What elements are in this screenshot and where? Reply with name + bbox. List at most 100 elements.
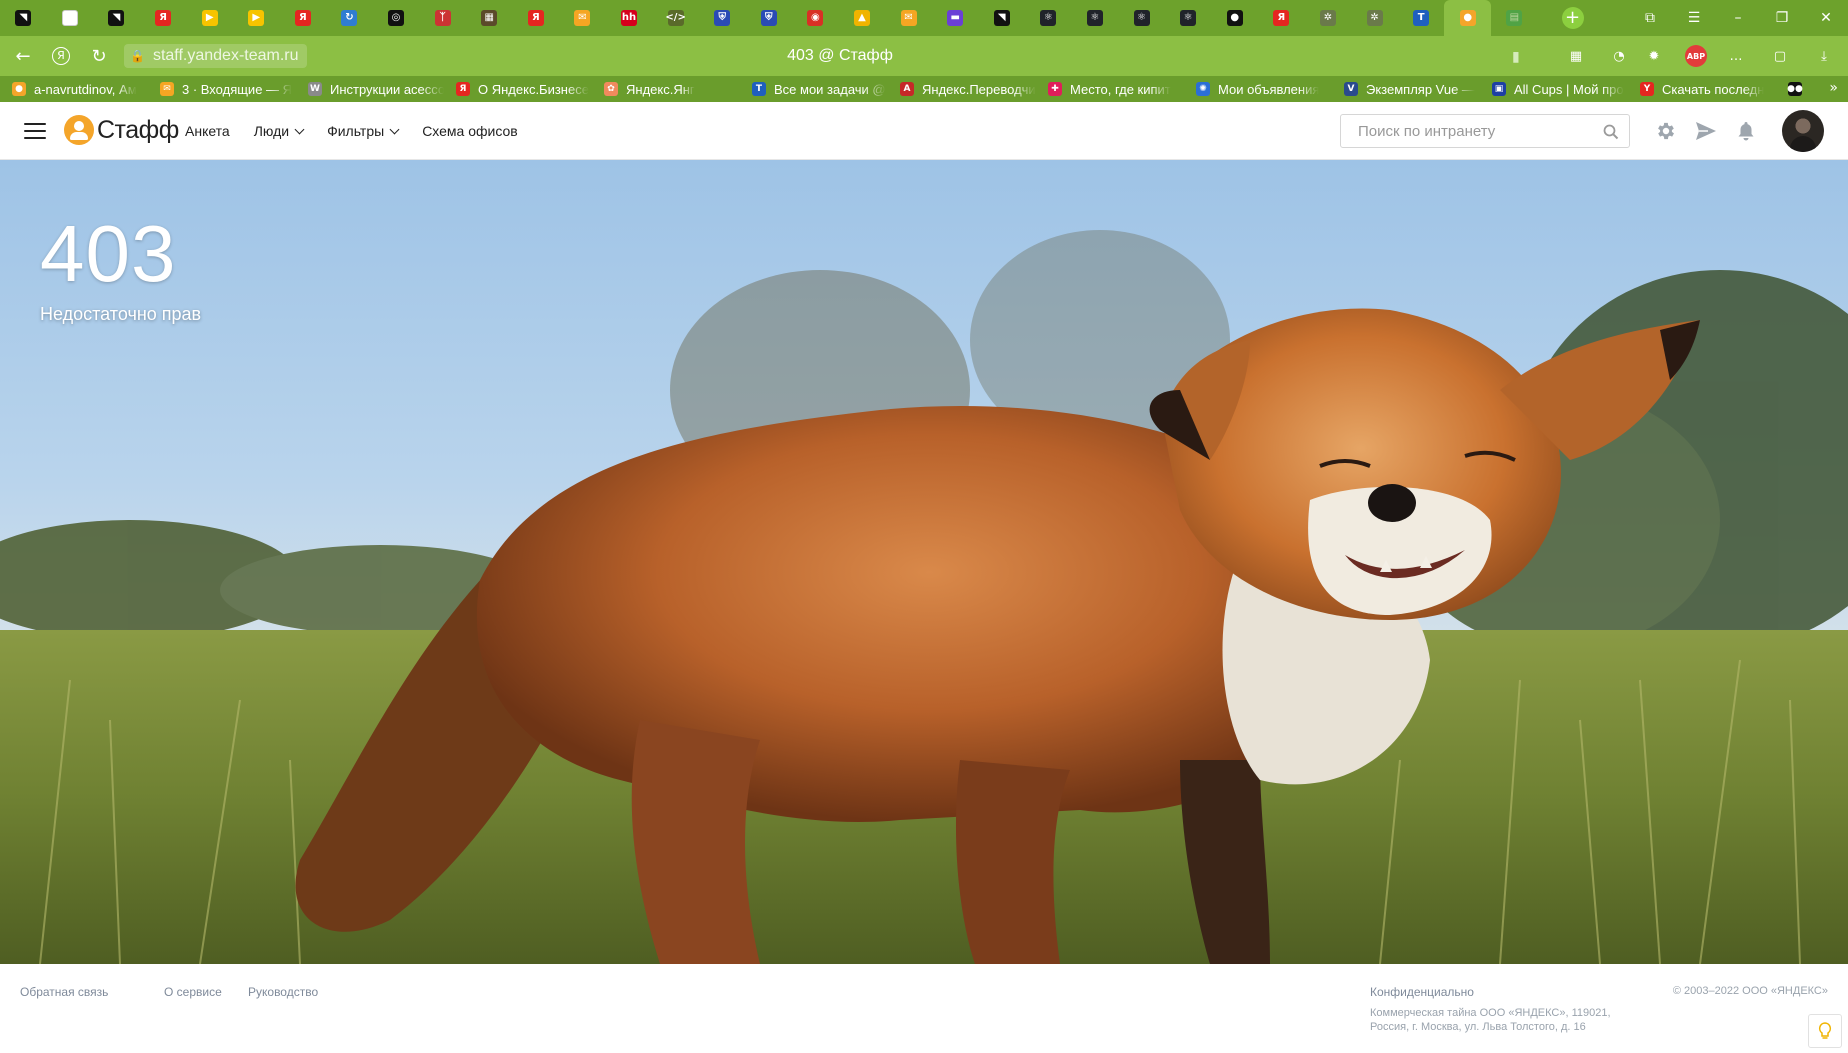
browser-tab[interactable]: Я [140,0,187,36]
bookmark-item[interactable]: ✿ Яндекс.Янг [592,76,740,102]
bookmark-item[interactable]: ✚ Место, где кипит [1036,76,1184,102]
tab-list: ◥ ◥ Я ▶ ▶ Я ↻ ◎ ᛉ ▦ Я ✉ hh </> ⛨ ⛨ ◉ ▲ ✉ ▬ ◥ ⚛ ⚛ ⚛ ⚛ ● Я ✲ ✲ T ● ▤ [0,0,1538,36]
bookmark-item[interactable]: ● a-navrutdinov, Ам [0,76,148,102]
restore-button[interactable]: ❐ [1760,10,1804,26]
bug-extension-icon[interactable]: ✹ [1642,44,1666,68]
browser-tab[interactable]: ◥ [93,0,140,36]
browser-tab[interactable]: ⛨ [746,0,793,36]
window-controls: ⧉ ☰ – ❐ ✕ [1628,0,1848,36]
bookmark-label: Скачать последн [1662,81,1765,97]
browser-tab[interactable]: Я [1258,0,1305,36]
bookmark-item[interactable]: T Все мои задачи @ [740,76,888,102]
bookmark-favicon-icon: ▣ [1492,82,1506,96]
lightbulb-icon[interactable] [1808,1014,1842,1048]
bookmark-label: 3 · Входящие — Я [182,81,293,97]
search-icon[interactable] [1603,124,1619,140]
bookmark-item[interactable]: Y Скачать последн [1628,76,1776,102]
qr-code-icon[interactable]: ▦ [1564,44,1588,68]
minimize-button[interactable]: – [1716,10,1760,26]
browser-tab[interactable]: ⚛ [1118,0,1165,36]
staff-icon: ● [1459,10,1476,26]
tabs-overview-icon[interactable]: ⧉ [1628,10,1672,26]
browser-tab[interactable] [47,0,94,36]
browser-tab[interactable]: ▦ [466,0,513,36]
browser-tab[interactable]: hh [606,0,653,36]
browser-tab[interactable]: ᛉ [419,0,466,36]
bookmark-item[interactable]: A Яндекс.Переводчик [888,76,1036,102]
browser-tab[interactable]: ▲ [839,0,886,36]
browser-tab[interactable]: ✲ [1305,0,1352,36]
nav-item[interactable]: Схема офисов [422,123,518,139]
bookmark-item[interactable]: ✺ Мои объявления [1184,76,1332,102]
browser-tab[interactable]: ✉ [559,0,606,36]
close-window-button[interactable]: ✕ [1804,10,1848,26]
browser-tab[interactable]: ◎ [373,0,420,36]
browser-tab[interactable]: T [1398,0,1445,36]
browser-tab[interactable]: ✲ [1351,0,1398,36]
staff-logo[interactable]: Стафф [64,115,179,145]
bell-icon[interactable] [1734,119,1758,143]
shield-icon: ⛨ [714,10,731,26]
gear-icon[interactable] [1654,119,1678,143]
user-avatar[interactable] [1782,110,1824,152]
browser-tab[interactable]: ⚛ [1165,0,1212,36]
browser-tab[interactable]: Я [513,0,560,36]
nav-item[interactable]: Фильтры [327,123,400,139]
browser-tab[interactable]: ↻ [326,0,373,36]
guide-link[interactable]: Руководство [248,985,318,999]
messenger-icon: ▬ [947,10,964,26]
logo-text: Стафф [97,115,179,144]
tracker-icon: T [1413,10,1430,26]
menu-icon[interactable]: ☰ [1672,10,1716,26]
browser-tab[interactable]: ⚛ [1025,0,1072,36]
bookmark-item[interactable]: ✉ 3 · Входящие — Я [148,76,296,102]
bookmark-item[interactable]: ●● [1776,76,1816,102]
yandex-icon: Я [155,10,172,26]
error-message: Недостаточно прав [40,304,202,324]
new-tab-button[interactable]: + [1561,7,1584,29]
image-icon: ▲ [853,10,870,26]
main-nav: Анкета Люди Фильтры Схема офисов [185,102,542,160]
nav-item[interactable]: Анкета [185,123,230,139]
bookmark-page-icon[interactable]: ▮ [1512,48,1520,65]
site-footer: Обратная связь О сервисе Руководство Кон… [0,964,1848,1053]
send-icon[interactable] [1694,119,1718,143]
nav-item[interactable]: Люди [254,123,305,139]
browser-tab[interactable]: ◥ [0,0,47,36]
bookmarks-overflow-icon[interactable]: » [1829,80,1838,96]
hamburger-menu-icon[interactable] [24,123,46,139]
downloads-icon[interactable]: ⤓ [1812,44,1836,68]
browser-tab[interactable]: </> [652,0,699,36]
bookmark-item[interactable]: Я О Яндекс.Бизнесе [444,76,592,102]
browser-tab[interactable]: ▶ [186,0,233,36]
adblock-icon[interactable]: ABP [1685,45,1707,67]
copyright: © 2003–2022 ООО «ЯНДЕКС» [1672,985,1828,997]
bookmark-favicon-icon: ●● [1787,82,1803,96]
about-link[interactable]: О сервисе [164,985,222,999]
browser-tab[interactable]: ● [1444,0,1491,36]
nav-item-label: Фильтры [327,123,385,139]
browser-tab[interactable]: ▤ [1491,0,1538,36]
bookmark-favicon-icon: W [308,82,322,96]
react-icon: ⚛ [1180,10,1197,26]
bookmark-item[interactable]: V Экземпляр Vue — [1332,76,1480,102]
extension-badge-icon[interactable]: ◔ [1606,44,1632,68]
bookmark-label: a-navrutdinov, Ам [34,81,137,97]
browser-tab[interactable]: ◥ [978,0,1025,36]
browser-tab[interactable]: ✉ [885,0,932,36]
browser-tab[interactable]: ▶ [233,0,280,36]
browser-tab[interactable]: Я [280,0,327,36]
staff-logo-icon [64,115,94,145]
browser-tab[interactable]: ▬ [932,0,979,36]
yandex-icon: Я [1273,10,1290,26]
browser-tab[interactable]: ⛨ [699,0,746,36]
bookmark-item[interactable]: ▣ All Cups | Мой про [1480,76,1628,102]
collections-icon[interactable]: ▢ [1768,44,1792,68]
browser-tab[interactable]: ⚛ [1072,0,1119,36]
search-input[interactable] [1358,115,1598,147]
browser-tab[interactable]: ● [1211,0,1258,36]
bookmark-item[interactable]: W Инструкции асессора [296,76,444,102]
feedback-link[interactable]: Обратная связь [20,985,108,999]
more-extensions-icon[interactable]: … [1724,44,1748,68]
browser-tab[interactable]: ◉ [792,0,839,36]
